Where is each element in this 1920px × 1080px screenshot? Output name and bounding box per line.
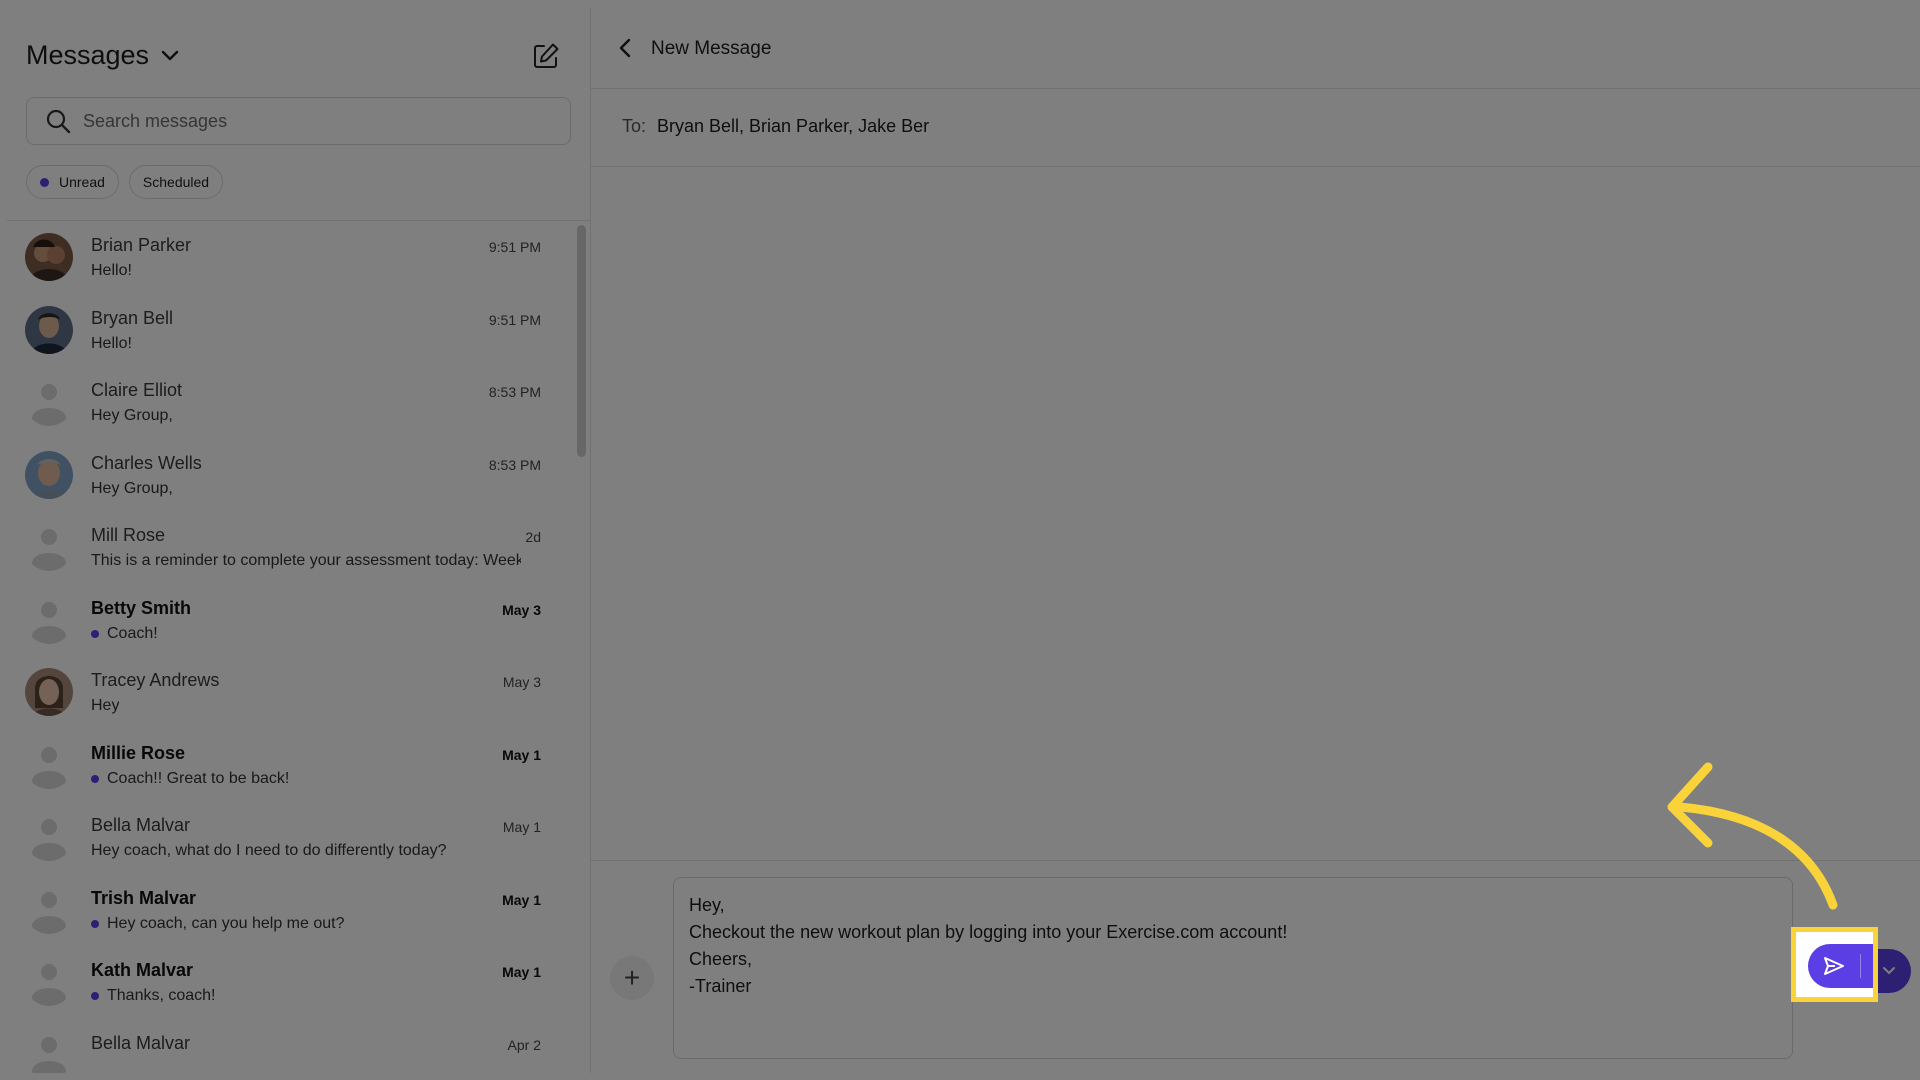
list-item[interactable]: Claire Elliot 8:53 PM Hey Group, bbox=[7, 366, 577, 439]
message-time: Apr 2 bbox=[507, 1036, 541, 1053]
unread-dot-icon bbox=[91, 774, 99, 783]
page-title: New Message bbox=[651, 38, 772, 59]
message-time: May 3 bbox=[502, 601, 541, 618]
compose-header: New Message bbox=[591, 8, 1920, 89]
avatar-placeholder-icon bbox=[25, 958, 73, 1006]
message-line: Cheers, bbox=[689, 949, 753, 969]
contact-name: Mill Rose bbox=[91, 525, 166, 545]
sidebar-title: Messages bbox=[26, 40, 150, 70]
avatar-placeholder-icon bbox=[25, 378, 73, 426]
chevron-down-icon bbox=[161, 50, 179, 60]
contact-name: Claire Elliot bbox=[91, 380, 183, 400]
avatar bbox=[25, 233, 73, 281]
recipients-value: Bryan Bell, Brian Parker, Jake Ber bbox=[657, 116, 930, 136]
message-preview: Coach!! Great to be back! bbox=[91, 770, 289, 788]
avatar bbox=[25, 305, 73, 354]
contact-name: Millie Rose bbox=[91, 742, 186, 763]
recipients-field[interactable]: To: Bryan Bell, Brian Parker, Jake Ber bbox=[591, 89, 1920, 167]
message-preview: Hey bbox=[91, 697, 120, 714]
conversation-list: Brian Parker 9:51 PM Hello! Bryan Bell 9… bbox=[7, 221, 577, 1073]
send-options-button[interactable] bbox=[1875, 957, 1903, 985]
contact-name: Kath Malvar bbox=[91, 960, 194, 980]
message-line: Checkout the new workout plan by logging… bbox=[689, 922, 1288, 942]
curved-arrow-icon bbox=[1667, 762, 1838, 910]
list-item[interactable]: Brian Parker 9:51 PM Hello! bbox=[7, 221, 577, 294]
unread-dot-icon bbox=[91, 629, 99, 638]
highlight-box bbox=[1791, 927, 1878, 1002]
filter-chips: Unread Scheduled bbox=[26, 165, 224, 199]
list-item[interactable]: Bella Malvar May 1 Hey coach, what do I … bbox=[7, 801, 577, 874]
message-preview: Hello! bbox=[91, 334, 132, 352]
message-preview: Hey Group, bbox=[91, 479, 173, 497]
top-strip bbox=[0, 0, 1920, 8]
message-preview: Hello! bbox=[91, 262, 132, 279]
avatar-placeholder-icon bbox=[25, 886, 73, 934]
contact-name: Brian Parker bbox=[91, 235, 192, 255]
avatar-placeholder-icon bbox=[25, 813, 73, 861]
search-input[interactable] bbox=[81, 109, 555, 133]
to-label: To: bbox=[622, 116, 647, 136]
list-item[interactable]: Charles Wells 8:53 PM Hey Group, bbox=[7, 439, 577, 512]
message-time: May 1 bbox=[502, 964, 541, 980]
list-item[interactable]: Betty Smith May 3 Coach! bbox=[7, 584, 577, 657]
message-time: May 1 bbox=[502, 819, 541, 835]
messages-dropdown[interactable]: Messages bbox=[26, 40, 179, 71]
contact-name: Betty Smith bbox=[91, 597, 192, 618]
add-attachment-button[interactable]: + bbox=[610, 956, 654, 1000]
message-time: May 1 bbox=[502, 746, 541, 763]
compose-icon[interactable] bbox=[532, 42, 560, 70]
chip-label: Scheduled bbox=[142, 174, 210, 190]
chip-label: Unread bbox=[59, 174, 105, 190]
list-item[interactable]: Millie Rose May 1 Coach!! Great to be ba… bbox=[7, 729, 577, 802]
unread-dot-icon bbox=[91, 992, 99, 1000]
avatar bbox=[25, 668, 73, 716]
unread-dot-icon bbox=[40, 177, 49, 187]
message-time: 8:53 PM bbox=[488, 384, 541, 400]
message-time: 8:53 PM bbox=[488, 456, 541, 473]
scrollbar[interactable] bbox=[577, 225, 586, 457]
unread-dot-icon bbox=[91, 919, 99, 928]
chip-scheduled[interactable]: Scheduled bbox=[128, 165, 224, 199]
contact-name: Trish Malvar bbox=[91, 887, 197, 908]
message-preview: This is a reminder to complete your asse… bbox=[91, 552, 521, 569]
contact-name: Bella Malvar bbox=[91, 1032, 191, 1053]
avatar-placeholder-icon bbox=[25, 523, 73, 571]
search-icon bbox=[46, 109, 71, 134]
chip-unread[interactable]: Unread bbox=[26, 165, 119, 199]
list-item[interactable]: Trish Malvar May 1 Hey coach, can you he… bbox=[7, 874, 577, 947]
message-line: Hey, bbox=[689, 895, 725, 915]
chevron-down-icon bbox=[1883, 967, 1895, 975]
message-time: 9:51 PM bbox=[488, 239, 541, 255]
list-item[interactable]: Bella Malvar Apr 2 bbox=[7, 1019, 577, 1073]
back-arrow-icon[interactable] bbox=[615, 36, 635, 60]
message-preview: Hey coach, can you help me out? bbox=[91, 915, 344, 933]
message-time: May 1 bbox=[502, 891, 541, 908]
message-line: -Trainer bbox=[689, 976, 752, 996]
message-preview: Hey coach, what do I need to do differen… bbox=[91, 842, 447, 859]
contact-name: Bella Malvar bbox=[91, 815, 191, 835]
avatar-placeholder-icon bbox=[25, 596, 73, 644]
avatar-placeholder-icon bbox=[25, 741, 73, 789]
message-time: May 3 bbox=[502, 674, 541, 690]
avatar-placeholder-icon bbox=[25, 1031, 73, 1073]
contact-name: Bryan Bell bbox=[91, 307, 174, 328]
sidebar-header: Messages Unread Scheduled bbox=[7, 8, 590, 221]
search-box bbox=[26, 97, 571, 145]
message-preview: Hey Group, bbox=[91, 407, 173, 424]
message-preview: Coach! bbox=[91, 625, 158, 643]
sidebar: Messages Unread Scheduled Bri bbox=[7, 8, 591, 1073]
list-item[interactable]: Mill Rose 2d This is a reminder to compl… bbox=[7, 511, 577, 584]
list-item[interactable]: Tracey Andrews May 3 Hey bbox=[7, 656, 577, 729]
plus-icon: + bbox=[623, 962, 641, 993]
list-item[interactable]: Kath Malvar May 1 Thanks, coach! bbox=[7, 946, 577, 1019]
contact-name: Tracey Andrews bbox=[91, 670, 220, 690]
contact-name: Charles Wells bbox=[91, 452, 202, 473]
message-time: 2d bbox=[525, 529, 541, 545]
message-preview: Thanks, coach! bbox=[91, 987, 216, 1005]
avatar bbox=[25, 450, 73, 499]
message-time: 9:51 PM bbox=[488, 311, 541, 328]
list-item[interactable]: Bryan Bell 9:51 PM Hello! bbox=[7, 294, 577, 367]
